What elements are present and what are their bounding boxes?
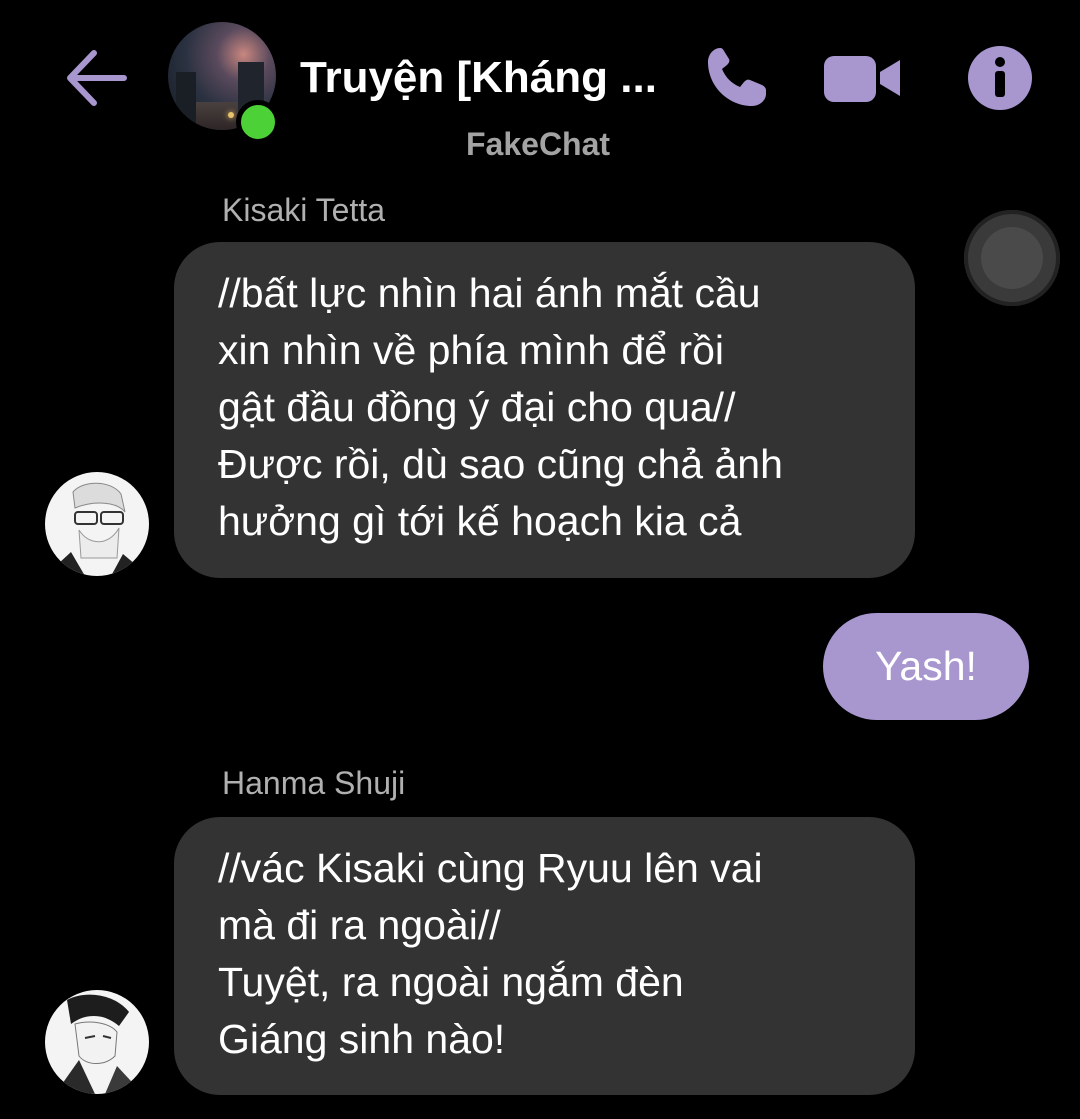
message-bubble[interactable]: //vác Kisaki cùng Ryuu lên vai mà đi ra … — [174, 817, 915, 1095]
avatar[interactable] — [45, 990, 149, 1094]
arrow-left-icon — [67, 50, 127, 106]
chat-title[interactable]: Truyện [Kháng ... — [300, 50, 685, 106]
phone-icon — [708, 48, 766, 106]
message-text: Yash! — [875, 643, 977, 689]
info-button[interactable] — [960, 40, 1040, 116]
message-line: //bất lực nhìn hai ánh mắt cầu — [218, 270, 761, 316]
chat-subtitle: FakeChat — [466, 126, 611, 162]
info-icon — [968, 46, 1032, 110]
message-line: hưởng gì tới kế hoạch kia cả — [218, 498, 742, 544]
message-line: gật đầu đồng ý đại cho qua// — [218, 384, 736, 430]
back-button[interactable] — [56, 40, 136, 116]
avatar[interactable] — [45, 472, 149, 576]
video-call-button[interactable] — [822, 40, 902, 116]
message-line: Được rồi, dù sao cũng chả ảnh — [218, 441, 783, 487]
message-line: Tuyệt, ra ngoài ngắm đèn — [218, 959, 684, 1005]
online-status-dot — [236, 100, 280, 144]
message-line: //vác Kisaki cùng Ryuu lên vai — [218, 845, 763, 891]
sender-name: Kisaki Tetta — [222, 192, 386, 228]
message-bubble[interactable]: //bất lực nhìn hai ánh mắt cầu xin nhìn … — [174, 242, 915, 578]
message-line: mà đi ra ngoài// — [218, 902, 501, 948]
message-line: xin nhìn về phía mình để rồi — [218, 327, 724, 373]
message-bubble-outgoing[interactable]: Yash! — [823, 613, 1029, 720]
message-line: Giáng sinh nào! — [218, 1016, 506, 1062]
voice-call-button[interactable] — [696, 40, 776, 116]
chat-head-bubble[interactable] — [964, 210, 1060, 306]
video-camera-icon — [824, 56, 900, 102]
sender-name: Hanma Shuji — [222, 765, 406, 801]
